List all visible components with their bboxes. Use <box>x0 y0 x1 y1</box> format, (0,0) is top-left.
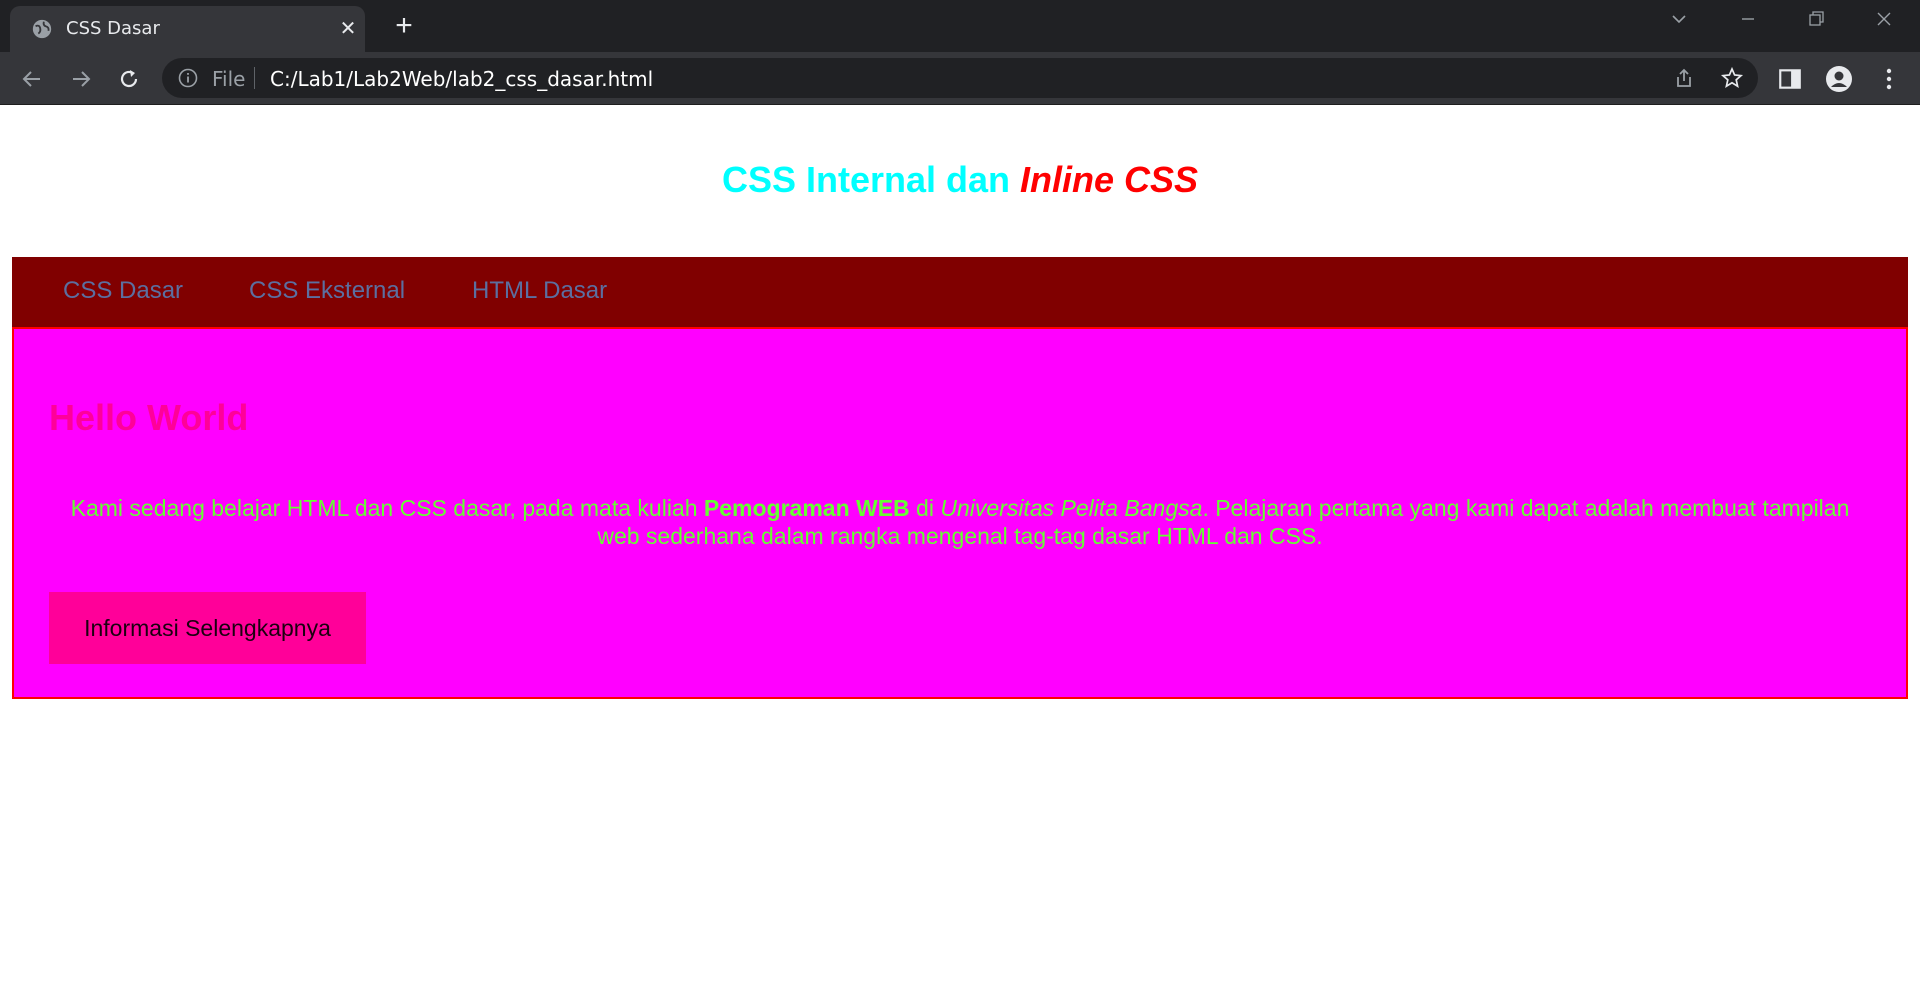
menu-kebab-icon[interactable] <box>1876 66 1902 92</box>
restore-icon[interactable] <box>1794 6 1838 38</box>
forward-icon[interactable] <box>66 64 96 94</box>
tab-title: CSS Dasar <box>66 18 160 39</box>
address-bar[interactable]: File C:/Lab1/Lab2Web/lab2_css_dasar.html <box>162 58 1758 98</box>
info-icon[interactable] <box>178 68 198 88</box>
minimize-icon[interactable] <box>1726 6 1770 38</box>
share-icon[interactable] <box>1672 66 1696 90</box>
nav-link-css-eksternal[interactable]: CSS Eksternal <box>249 277 405 305</box>
tab-search-icon[interactable] <box>1657 6 1701 38</box>
page-title: CSS Internal dan Inline CSS <box>0 159 1920 201</box>
reload-icon[interactable] <box>114 64 144 94</box>
side-panel-icon[interactable] <box>1777 66 1803 92</box>
paragraph-text-2: di <box>909 495 941 521</box>
url-text[interactable]: C:/Lab1/Lab2Web/lab2_css_dasar.html <box>270 67 653 91</box>
back-icon[interactable] <box>17 64 47 94</box>
paragraph-bold: Pemograman WEB <box>703 495 910 521</box>
scheme-label: File <box>212 67 246 91</box>
bookmark-star-icon[interactable] <box>1720 66 1744 90</box>
browser-tabstrip: CSS Dasar ✕ + <box>0 0 1920 52</box>
more-info-button[interactable]: Informasi Selengkapnya <box>49 592 366 664</box>
new-tab-button[interactable]: + <box>388 10 420 42</box>
page-title-main: CSS Internal dan <box>721 159 1021 200</box>
tab-close-icon[interactable]: ✕ <box>336 17 360 41</box>
browser-toolbar: File C:/Lab1/Lab2Web/lab2_css_dasar.html <box>0 52 1920 105</box>
nav-link-html-dasar[interactable]: HTML Dasar <box>472 277 607 305</box>
content-section: Hello World Kami sedang belajar HTML dan… <box>12 327 1908 699</box>
section-title: Hello World <box>49 397 249 438</box>
address-separator <box>254 67 255 89</box>
nav-bar: CSS Dasar CSS Eksternal HTML Dasar <box>12 257 1908 327</box>
paragraph-text-1: Kami sedang belajar HTML dan CSS dasar, … <box>70 495 704 521</box>
browser-tab[interactable]: CSS Dasar ✕ <box>10 6 365 52</box>
close-window-icon[interactable] <box>1862 6 1906 38</box>
intro-paragraph: Kami sedang belajar HTML dan CSS dasar, … <box>64 494 1856 550</box>
profile-icon[interactable] <box>1826 66 1852 92</box>
globe-icon <box>32 19 52 39</box>
paragraph-italic: Universitas Pelita Bangsa <box>940 495 1203 521</box>
page-viewport: CSS Internal dan Inline CSS CSS Dasar CS… <box>0 106 1920 1003</box>
page-title-accent: Inline CSS <box>1020 159 1199 200</box>
nav-link-css-dasar[interactable]: CSS Dasar <box>63 277 183 305</box>
